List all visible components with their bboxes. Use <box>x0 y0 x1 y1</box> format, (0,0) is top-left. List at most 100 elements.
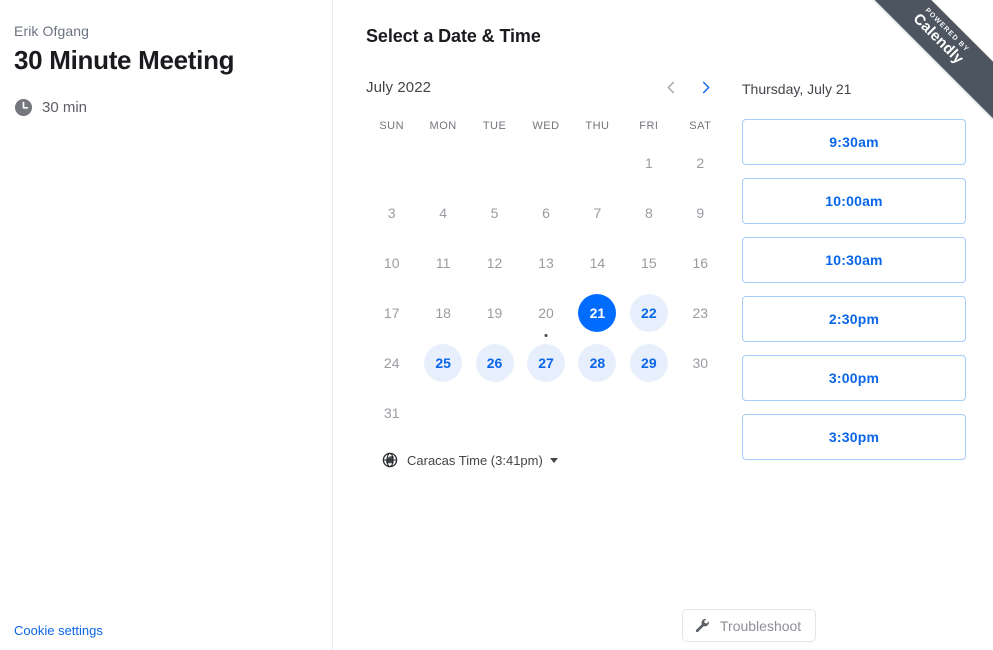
weekday-label: SAT <box>689 120 712 132</box>
calendar-day-17: 17 <box>366 288 417 338</box>
calendar-day-11: 11 <box>417 238 468 288</box>
calendar-day-number: 14 <box>589 255 606 271</box>
calendar-day-number: 25 <box>424 344 463 382</box>
calendar-day-number: 2 <box>696 155 705 171</box>
calendar-header: July 2022 <box>366 73 726 101</box>
calendar-day-31: 31 <box>366 388 417 438</box>
calendar-day-number: 12 <box>486 255 503 271</box>
calendar-day-number: 16 <box>692 255 709 271</box>
calendar-day-3: 3 <box>366 188 417 238</box>
calendar-day-29[interactable]: 29 <box>623 338 674 388</box>
calendar-day-21[interactable]: 21 <box>572 288 623 338</box>
calendar-day-number: 20 <box>538 305 554 321</box>
calendar-day-number: 30 <box>692 355 709 371</box>
weekday-label: SUN <box>379 120 405 132</box>
calendar-day-number: 31 <box>383 405 400 421</box>
calendar-day-number: 15 <box>641 255 657 271</box>
calendar-day-7: 7 <box>572 188 623 238</box>
booking-body: July 2022 SUN MON TUE WED THU FRI SAT 1 … <box>366 73 993 468</box>
calendar-days-grid: 1 2 3 4 5 6 7 8 9 10 11 12 13 14 15 16 17 18 19 20 21 22 23 24 2… <box>366 138 726 438</box>
event-duration-label: 30 min <box>42 99 88 117</box>
calendar-day-25[interactable]: 25 <box>417 338 468 388</box>
timezone-label: Caracas Time (3:41pm) <box>407 452 543 468</box>
calendar-day-28[interactable]: 28 <box>572 338 623 388</box>
weekday-header-row: SUN MON TUE WED THU FRI SAT <box>366 120 726 132</box>
calendar-day-number: 23 <box>692 305 709 321</box>
calendar-day-number: 11 <box>435 255 451 271</box>
time-slot-button[interactable]: 9:30am <box>742 119 966 165</box>
calendar-day-number: 3 <box>387 205 396 221</box>
calendar-day-number: 22 <box>629 294 668 332</box>
time-slot-list: 9:30am 10:00am 10:30am 2:30pm 3:00pm 3:30pm <box>742 119 966 460</box>
weekday-label: THU <box>585 120 610 132</box>
weekday-label: WED <box>532 120 560 132</box>
calendar-day-number: 8 <box>644 205 653 221</box>
host-name: Erik Ofgang <box>14 23 90 39</box>
calendar-day-number: 9 <box>696 205 705 221</box>
weekday-label: TUE <box>482 120 507 132</box>
time-slot-button[interactable]: 3:00pm <box>742 355 966 401</box>
calendar-day-empty <box>572 138 623 188</box>
event-title: 30 Minute Meeting <box>14 45 235 75</box>
calendar-day-number: 13 <box>538 255 554 271</box>
calendar-day-16: 16 <box>675 238 726 288</box>
calendar-day-30: 30 <box>675 338 726 388</box>
wrench-icon <box>694 617 711 634</box>
calendly-booking-page: Erik Ofgang 30 Minute Meeting 30 min Coo… <box>0 0 993 650</box>
calendar-day-18: 18 <box>417 288 468 338</box>
troubleshoot-label: Troubleshoot <box>720 617 802 634</box>
calendar-day-14: 14 <box>572 238 623 288</box>
calendar-day-20: 20 <box>520 288 571 338</box>
calendar-day-number: 6 <box>542 205 550 221</box>
cookie-settings-link[interactable]: Cookie settings <box>14 623 103 638</box>
today-indicator-dot <box>544 334 548 337</box>
calendar-day-empty <box>520 138 571 188</box>
time-slot-button[interactable]: 2:30pm <box>742 296 966 342</box>
chevron-left-icon <box>664 80 679 95</box>
previous-month-button[interactable] <box>654 73 688 101</box>
calendar-day-19: 19 <box>469 288 520 338</box>
globe-icon <box>382 452 398 468</box>
calendar-day-number: 29 <box>629 344 668 382</box>
calendar-day-number: 24 <box>383 355 400 371</box>
calendar-day-number: 17 <box>383 305 400 321</box>
selected-date-label: Thursday, July 21 <box>742 81 852 97</box>
calendar-day-27[interactable]: 27 <box>520 338 571 388</box>
calendar-day-26[interactable]: 26 <box>469 338 520 388</box>
calendar-day-number: 4 <box>439 205 448 221</box>
timezone-selector[interactable]: Caracas Time (3:41pm) <box>366 452 558 468</box>
calendar-day-number: 1 <box>644 155 653 171</box>
event-duration: 30 min <box>14 98 312 117</box>
calendar-day-8: 8 <box>623 188 674 238</box>
calendar-day-empty <box>366 138 417 188</box>
calendar-day-5: 5 <box>469 188 520 238</box>
next-month-button[interactable] <box>688 73 722 101</box>
calendar-day-number: 7 <box>593 205 602 221</box>
calendar-day-number: 5 <box>490 205 499 221</box>
calendar-day-2: 2 <box>675 138 726 188</box>
calendar-day-number: 28 <box>578 344 617 382</box>
time-slot-button[interactable]: 10:00am <box>742 178 966 224</box>
calendar-day-1: 1 <box>623 138 674 188</box>
clock-icon <box>14 98 33 117</box>
calendar-day-empty <box>417 138 468 188</box>
calendar-day-24: 24 <box>366 338 417 388</box>
troubleshoot-button[interactable]: Troubleshoot <box>682 609 817 642</box>
calendar-day-13: 13 <box>520 238 571 288</box>
calendar-day-number: 19 <box>486 305 503 321</box>
calendar-day-12: 12 <box>469 238 520 288</box>
booking-panel: Select a Date & Time July 2022 SUN MON T… <box>333 0 993 650</box>
time-slot-button[interactable]: 3:30pm <box>742 414 966 460</box>
calendar-day-empty <box>469 138 520 188</box>
event-details-panel: Erik Ofgang 30 Minute Meeting 30 min Coo… <box>0 0 333 650</box>
calendar-day-number: 10 <box>383 255 400 271</box>
calendar-day-4: 4 <box>417 188 468 238</box>
time-slots-panel: Thursday, July 21 9:30am 10:00am 10:30am 2:… <box>726 73 993 468</box>
weekday-label: FRI <box>639 120 659 132</box>
calendar-day-number: 27 <box>526 344 565 382</box>
calendar-month-label: July 2022 <box>366 78 432 96</box>
calendar-day-number: 26 <box>475 344 514 382</box>
time-slot-button[interactable]: 10:30am <box>742 237 966 283</box>
weekday-label: MON <box>429 120 457 132</box>
calendar-day-22[interactable]: 22 <box>623 288 674 338</box>
